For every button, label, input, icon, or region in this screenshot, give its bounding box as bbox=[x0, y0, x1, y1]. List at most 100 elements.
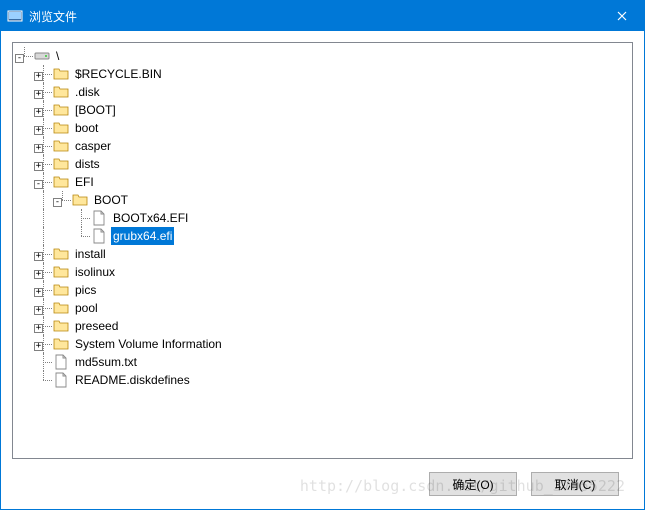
tree-label[interactable]: preseed bbox=[73, 317, 120, 335]
tree-label[interactable]: BOOT bbox=[92, 191, 130, 209]
file-icon bbox=[91, 210, 107, 226]
tree-node: + [BOOT] bbox=[15, 101, 630, 119]
tree-node: grubx64.efi bbox=[15, 227, 630, 245]
file-icon bbox=[91, 228, 107, 244]
folder-icon bbox=[53, 318, 69, 334]
expand-toggle bbox=[72, 213, 81, 222]
tree-row[interactable]: + pool bbox=[15, 299, 630, 317]
button-bar: 确定(O) 取消(C) bbox=[12, 459, 633, 509]
tree-label[interactable]: boot bbox=[73, 119, 100, 137]
tree-node: README.diskdefines bbox=[15, 371, 630, 389]
folder-icon bbox=[53, 66, 69, 82]
tree-label[interactable]: $RECYCLE.BIN bbox=[73, 65, 164, 83]
folder-icon bbox=[53, 102, 69, 118]
folder-icon bbox=[53, 246, 69, 262]
expand-toggle bbox=[72, 231, 81, 240]
tree-label[interactable]: dists bbox=[73, 155, 102, 173]
tree-label[interactable]: BOOTx64.EFI bbox=[111, 209, 190, 227]
tree-row[interactable]: + [BOOT] bbox=[15, 101, 630, 119]
dialog-content: -\+$RECYCLE.BIN+.disk+[BOOT]+boot+casper… bbox=[1, 31, 644, 509]
folder-icon bbox=[53, 282, 69, 298]
tree-row[interactable]: - BOOT bbox=[15, 191, 630, 209]
expand-toggle[interactable]: + bbox=[34, 306, 43, 315]
tree-row[interactable]: - EFI bbox=[15, 173, 630, 191]
tree-row[interactable]: + .disk bbox=[15, 83, 630, 101]
tree-node: - BOOTBOOTx64.EFIgrubx64.efi bbox=[15, 191, 630, 245]
tree-node: - EFI - BOOTBOOTx64.EFIgrubx64.efi bbox=[15, 173, 630, 245]
tree-node: + boot bbox=[15, 119, 630, 137]
tree-row[interactable]: + isolinux bbox=[15, 263, 630, 281]
tree-row[interactable]: README.diskdefines bbox=[15, 371, 630, 389]
tree-label[interactable]: pool bbox=[73, 299, 100, 317]
browse-dialog: 浏览文件 -\+$RECYCLE.BIN+.disk+[BOOT]+boot+c… bbox=[0, 0, 645, 510]
tree-node: + isolinux bbox=[15, 263, 630, 281]
tree-node: md5sum.txt bbox=[15, 353, 630, 371]
tree-label[interactable]: EFI bbox=[73, 173, 96, 191]
close-button[interactable] bbox=[599, 1, 644, 31]
tree-row[interactable]: md5sum.txt bbox=[15, 353, 630, 371]
expand-toggle[interactable]: + bbox=[34, 144, 43, 153]
drive-icon bbox=[34, 48, 50, 64]
expand-toggle[interactable]: - bbox=[53, 198, 62, 207]
folder-icon bbox=[53, 120, 69, 136]
file-icon bbox=[53, 372, 69, 388]
folder-icon bbox=[53, 300, 69, 316]
tree-row[interactable]: + pics bbox=[15, 281, 630, 299]
expand-toggle[interactable]: + bbox=[34, 252, 43, 261]
tree-row[interactable]: + boot bbox=[15, 119, 630, 137]
tree-label[interactable]: isolinux bbox=[73, 263, 117, 281]
folder-icon bbox=[53, 138, 69, 154]
tree-row[interactable]: + System Volume Information bbox=[15, 335, 630, 353]
folder-icon bbox=[72, 192, 88, 208]
file-tree[interactable]: -\+$RECYCLE.BIN+.disk+[BOOT]+boot+casper… bbox=[12, 42, 633, 459]
window-title: 浏览文件 bbox=[29, 8, 599, 25]
ok-button[interactable]: 确定(O) bbox=[429, 472, 517, 496]
expand-toggle[interactable]: + bbox=[34, 162, 43, 171]
tree-node: + casper bbox=[15, 137, 630, 155]
tree-label[interactable]: pics bbox=[73, 281, 98, 299]
tree-node: + install bbox=[15, 245, 630, 263]
titlebar: 浏览文件 bbox=[1, 1, 644, 31]
tree-row[interactable]: + install bbox=[15, 245, 630, 263]
tree-row[interactable]: + $RECYCLE.BIN bbox=[15, 65, 630, 83]
tree-label[interactable]: README.diskdefines bbox=[73, 371, 192, 389]
cancel-button[interactable]: 取消(C) bbox=[531, 472, 619, 496]
tree-node: + dists bbox=[15, 155, 630, 173]
folder-icon bbox=[53, 264, 69, 280]
file-icon bbox=[53, 354, 69, 370]
expand-toggle[interactable]: + bbox=[34, 90, 43, 99]
tree-label[interactable]: casper bbox=[73, 137, 113, 155]
expand-toggle[interactable]: - bbox=[15, 54, 24, 63]
expand-toggle[interactable]: - bbox=[34, 180, 43, 189]
tree-node: + preseed bbox=[15, 317, 630, 335]
tree-label[interactable]: \ bbox=[54, 47, 61, 65]
tree-row[interactable]: + preseed bbox=[15, 317, 630, 335]
tree-row[interactable]: grubx64.efi bbox=[15, 227, 630, 245]
folder-icon bbox=[53, 156, 69, 172]
expand-toggle[interactable]: + bbox=[34, 324, 43, 333]
app-icon bbox=[7, 8, 23, 24]
tree-node: + pool bbox=[15, 299, 630, 317]
tree-label[interactable]: grubx64.efi bbox=[111, 227, 174, 245]
folder-icon bbox=[53, 174, 69, 190]
tree-row[interactable]: + casper bbox=[15, 137, 630, 155]
tree-node: BOOTx64.EFI bbox=[15, 209, 630, 227]
folder-icon bbox=[53, 336, 69, 352]
tree-label[interactable]: System Volume Information bbox=[73, 335, 224, 353]
expand-toggle[interactable]: + bbox=[34, 288, 43, 297]
expand-toggle[interactable]: + bbox=[34, 108, 43, 117]
tree-row[interactable]: + dists bbox=[15, 155, 630, 173]
tree-label[interactable]: md5sum.txt bbox=[73, 353, 139, 371]
expand-toggle[interactable]: + bbox=[34, 126, 43, 135]
tree-node: + $RECYCLE.BIN bbox=[15, 65, 630, 83]
tree-label[interactable]: .disk bbox=[73, 83, 102, 101]
tree-node: + pics bbox=[15, 281, 630, 299]
tree-row[interactable]: -\ bbox=[15, 47, 630, 65]
expand-toggle bbox=[34, 375, 43, 384]
expand-toggle[interactable]: + bbox=[34, 270, 43, 279]
expand-toggle[interactable]: + bbox=[34, 72, 43, 81]
tree-label[interactable]: [BOOT] bbox=[73, 101, 118, 119]
tree-label[interactable]: install bbox=[73, 245, 108, 263]
tree-row[interactable]: BOOTx64.EFI bbox=[15, 209, 630, 227]
expand-toggle[interactable]: + bbox=[34, 342, 43, 351]
